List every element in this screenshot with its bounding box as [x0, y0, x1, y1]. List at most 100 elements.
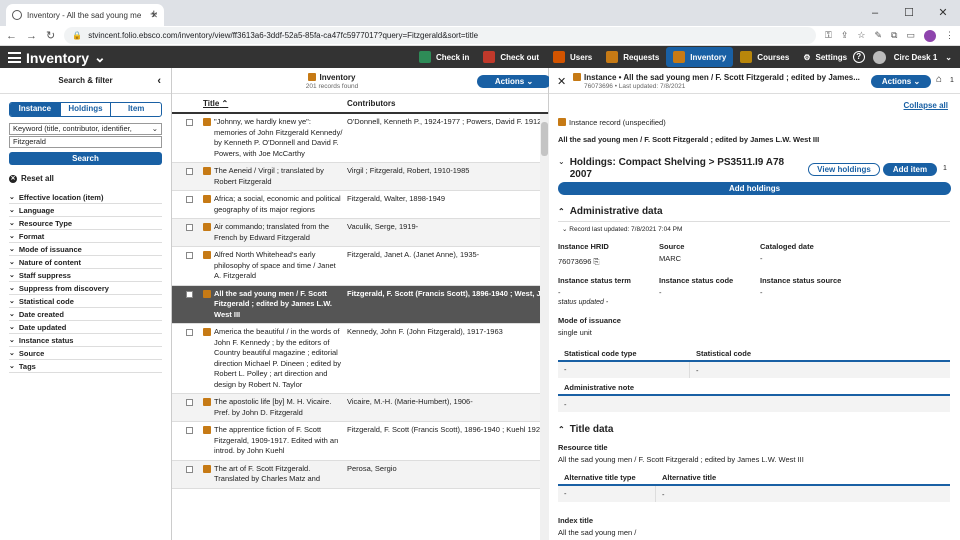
chevron-down-icon: ⌄: [151, 124, 158, 133]
maximize-button[interactable]: ☐: [892, 0, 926, 26]
holdings-accordion-header[interactable]: ⌄ Holdings: Compact Shelving > PS3511.I9…: [558, 157, 798, 181]
search-option-select[interactable]: Keyword (title, contributor, identifier,…: [9, 123, 162, 135]
sidebar-icon[interactable]: ▭: [906, 30, 915, 41]
detail-actions-button[interactable]: Actions ⌄: [871, 75, 931, 88]
facet-nature-of-content[interactable]: ⌄ Nature of content: [9, 256, 162, 269]
row-checkbox[interactable]: [172, 247, 203, 285]
row-title-cell: The apprentice fiction of F. Scott Fitzg…: [203, 422, 347, 460]
row-contributors: Vicaire, M.-H. (Marie-Humbert), 1906-: [347, 397, 473, 406]
profile-avatar[interactable]: [924, 29, 936, 42]
title-data-header[interactable]: ⌃ Title data: [558, 424, 950, 435]
row-checkbox[interactable]: [172, 461, 203, 488]
table-row[interactable]: Air commando; translated from the French…: [172, 219, 548, 247]
extension-icon[interactable]: ✎: [875, 30, 883, 41]
row-checkbox[interactable]: [172, 219, 203, 246]
back-icon[interactable]: ←: [6, 30, 17, 42]
table-row[interactable]: Africa; a social, economic and political…: [172, 191, 548, 219]
view-holdings-button[interactable]: View holdings: [808, 163, 880, 176]
nav-users[interactable]: Users: [546, 47, 599, 67]
facet-source[interactable]: ⌄ Source: [9, 347, 162, 360]
inventory-icon: [308, 73, 317, 81]
row-checkbox[interactable]: [172, 422, 203, 460]
row-checkbox[interactable]: [172, 324, 203, 393]
facet-staff-suppress[interactable]: ⌄ Staff suppress: [9, 269, 162, 282]
forward-icon[interactable]: →: [26, 30, 37, 42]
key-icon[interactable]: ⚿: [825, 30, 832, 41]
collapse-chevron-left-icon[interactable]: ‹: [157, 68, 161, 94]
facet-date-created[interactable]: ⌄ Date created: [9, 308, 162, 321]
table-row[interactable]: The art of F. Scott Fitzgerald. Translat…: [172, 460, 548, 489]
copy-icon[interactable]: ⎘: [593, 257, 599, 266]
service-point-label[interactable]: Circ Desk 1: [894, 53, 938, 62]
table-row[interactable]: The Aeneid / Virgil ; translated by Robe…: [172, 163, 548, 191]
url-field[interactable]: 🔒 stvincent.folio.ebsco.com/inventory/vi…: [64, 27, 817, 44]
scrollbar-thumb[interactable]: [541, 122, 548, 156]
facet-language[interactable]: ⌄ Language: [9, 204, 162, 217]
reset-all-button[interactable]: ✕ Reset all: [9, 174, 162, 183]
instance-icon: [203, 426, 211, 434]
search-input[interactable]: Fitzgerald: [9, 136, 162, 148]
table-row[interactable]: The apostolic life [by] M. H. Vicaire. P…: [172, 394, 548, 422]
facet-date-updated[interactable]: ⌄ Date updated: [9, 321, 162, 334]
search-button[interactable]: Search: [9, 152, 162, 165]
close-window-button[interactable]: ✕: [926, 0, 960, 26]
reload-icon[interactable]: ↻: [46, 29, 55, 42]
share-icon[interactable]: ⇪: [841, 30, 849, 41]
nav-settings[interactable]: ⚙ Settings: [796, 47, 854, 67]
users-icon: [553, 51, 566, 63]
tag-icon[interactable]: ⌂: [936, 74, 942, 85]
record-updated-accordion[interactable]: ⌄ Record last updated: 7/8/2021 7:04 PM: [562, 225, 682, 233]
bookmark-star-icon[interactable]: ☆: [857, 30, 865, 41]
facet-statistical-code[interactable]: ⌄ Statistical code: [9, 295, 162, 308]
row-checkbox[interactable]: [172, 394, 203, 421]
nav-courses[interactable]: Courses: [733, 47, 796, 67]
row-title: Alfred North Whitehead's early philosoph…: [214, 250, 336, 280]
nav-check-out[interactable]: Check out: [476, 47, 546, 67]
column-title[interactable]: Title ⌃: [203, 99, 347, 108]
add-item-button[interactable]: Add item: [883, 163, 937, 176]
facet-format[interactable]: ⌄ Format: [9, 230, 162, 243]
browser-tab[interactable]: Inventory - All the sad young me ✕: [6, 4, 164, 26]
help-icon[interactable]: ?: [852, 51, 865, 63]
row-checkbox[interactable]: [172, 191, 203, 218]
segment-instance[interactable]: Instance: [10, 103, 61, 116]
nav-check-in[interactable]: Check in: [412, 47, 476, 67]
row-checkbox[interactable]: [172, 163, 203, 190]
close-icon[interactable]: ✕: [557, 75, 566, 88]
puzzle-icon[interactable]: ⧉: [891, 30, 897, 41]
facet-resource-type[interactable]: ⌄ Resource Type: [9, 217, 162, 230]
chevron-down-icon[interactable]: ⌄: [945, 53, 952, 62]
nav-inventory[interactable]: Inventory: [666, 47, 734, 67]
row-contributors: Kennedy, John F. (John Fitzgerald), 1917…: [347, 327, 503, 336]
table-row[interactable]: "Johnny, we hardly knew ye": memories of…: [172, 114, 548, 163]
column-contributors[interactable]: Contributors: [347, 99, 548, 108]
segment-holdings[interactable]: Holdings: [61, 103, 112, 116]
facet-tags[interactable]: ⌄ Tags: [9, 360, 162, 373]
new-tab-button[interactable]: +: [150, 6, 158, 21]
facet-effective-location[interactable]: ⌄ Effective location (item): [9, 191, 162, 204]
row-checkbox[interactable]: [172, 286, 203, 324]
table-row[interactable]: The apprentice fiction of F. Scott Fitzg…: [172, 422, 548, 461]
index-title-label: Index title: [558, 516, 594, 525]
facet-mode-of-issuance[interactable]: ⌄ Mode of issuance: [9, 243, 162, 256]
table-row[interactable]: Alfred North Whitehead's early philosoph…: [172, 247, 548, 286]
administrative-data-header[interactable]: ⌃ Administrative data: [558, 206, 950, 217]
segment-item[interactable]: Item: [111, 103, 161, 116]
address-bar-row: ← → ↻ 🔒 stvincent.folio.ebsco.com/invent…: [0, 26, 960, 46]
table-row[interactable]: All the sad young men / F. Scott Fitzger…: [172, 285, 548, 324]
app-switcher[interactable]: Inventory ⌄: [8, 49, 106, 66]
menu-kebab-icon[interactable]: ⋮: [945, 30, 954, 41]
results-scrollbar[interactable]: [540, 114, 549, 540]
add-holdings-button[interactable]: Add holdings: [558, 182, 951, 195]
facet-label: Statistical code: [18, 296, 74, 306]
collapse-all-link[interactable]: Collapse all: [904, 101, 948, 110]
row-checkbox[interactable]: [172, 114, 203, 162]
facet-suppress-from-discovery[interactable]: ⌄ Suppress from discovery: [9, 282, 162, 295]
user-avatar[interactable]: [872, 50, 886, 64]
facet-instance-status[interactable]: ⌄ Instance status: [9, 334, 162, 347]
source-value: MARC: [659, 254, 682, 263]
results-actions-button[interactable]: Actions ⌄: [477, 75, 551, 88]
table-row[interactable]: America the beautiful / in the words of …: [172, 324, 548, 394]
minimize-button[interactable]: –: [858, 0, 892, 26]
nav-requests[interactable]: Requests: [599, 47, 666, 67]
